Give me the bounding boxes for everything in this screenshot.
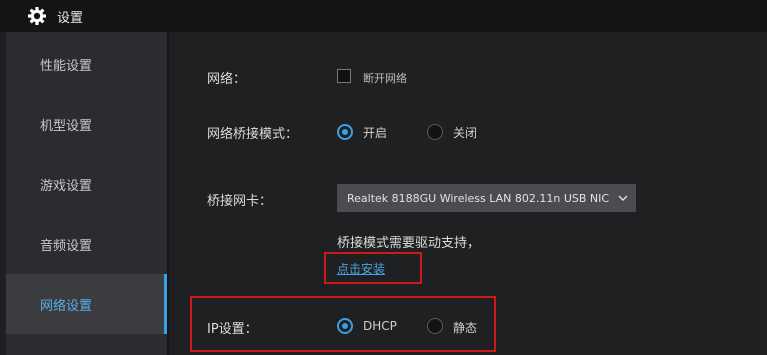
ip-dhcp-radio[interactable] [337,318,353,334]
bridge-nic-label: 桥接网卡： [207,194,273,209]
network-label: 网络： [207,72,247,87]
sidebar: 性能设置 机型设置 游戏设置 音频设置 网络设置 [6,32,167,355]
sidebar-item-label: 性能设置 [40,58,93,74]
ip-dhcp-label[interactable]: DHCP [363,319,397,333]
bridge-mode-label: 网络桥接模式： [207,127,299,142]
title-bar: 设置 [0,0,767,32]
ip-settings-label: IP设置： [207,322,258,337]
sidebar-item-device-model[interactable]: 机型设置 [6,94,167,154]
gear-icon [26,5,48,27]
network-settings-panel: 网络： 断开网络 网络桥接模式： 开启 关闭 桥接网卡： Realtek 818… [169,32,767,355]
disconnect-network-checkbox[interactable] [337,69,351,83]
bridge-mode-off-label[interactable]: 关闭 [453,124,477,141]
bridge-mode-on-radio[interactable] [337,124,353,140]
sidebar-item-label: 网络设置 [40,298,93,314]
bridge-nic-select[interactable]: Realtek 8188GU Wireless LAN 802.11n USB … [337,184,636,212]
driver-support-hint: 桥接模式需要驱动支持， [337,236,481,251]
chevron-down-icon [616,191,630,205]
sidebar-item-game[interactable]: 游戏设置 [6,154,167,214]
sidebar-item-label: 音频设置 [40,238,93,254]
bridge-mode-on-label[interactable]: 开启 [363,124,387,141]
bridge-nic-selected-value: Realtek 8188GU Wireless LAN 802.11n USB … [347,191,610,205]
sidebar-item-network[interactable]: 网络设置 [6,274,167,334]
disconnect-network-label[interactable]: 断开网络 [363,70,407,86]
bridge-mode-off-radio[interactable] [427,124,443,140]
sidebar-item-performance[interactable]: 性能设置 [6,34,167,94]
sidebar-item-label: 游戏设置 [40,178,93,194]
ip-static-label[interactable]: 静态 [453,319,477,336]
install-driver-link[interactable]: 点击安装 [337,260,385,277]
sidebar-item-label: 机型设置 [40,118,93,134]
sidebar-item-audio[interactable]: 音频设置 [6,214,167,274]
ip-static-radio[interactable] [427,318,443,334]
window-title: 设置 [57,10,84,26]
